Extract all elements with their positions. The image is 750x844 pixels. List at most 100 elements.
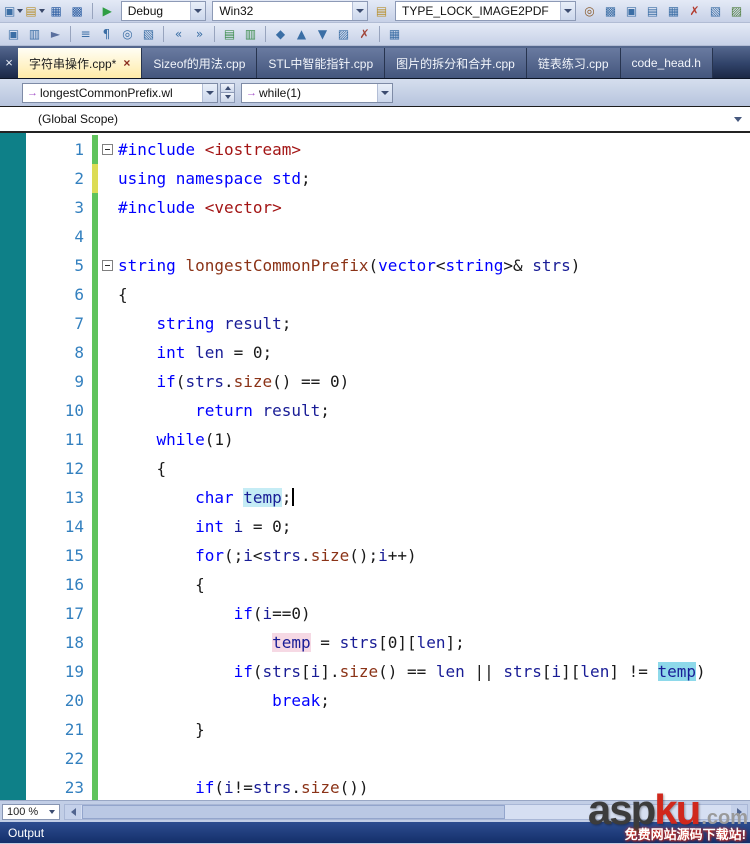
debug-configuration-combo[interactable]: Debug	[120, 1, 207, 21]
spinner-up-icon[interactable]	[220, 82, 235, 93]
scope-bar[interactable]: (Global Scope)	[0, 107, 750, 133]
tab-close-icon[interactable]: ×	[123, 56, 130, 70]
document-tab[interactable]: 字符串操作.cpp* ×	[18, 48, 143, 78]
line-number[interactable]: 18	[26, 628, 92, 657]
document-tab[interactable]: code_head.h	[620, 48, 713, 78]
document-tab[interactable]: Sizeof的用法.cpp	[142, 48, 258, 78]
line-number[interactable]: 13	[26, 483, 92, 512]
code-line[interactable]: 7 string result;	[26, 309, 750, 338]
line-number[interactable]: 5	[26, 251, 92, 280]
member-dropdown[interactable]: → while(1)	[241, 82, 393, 103]
code-line[interactable]: 17 if(i==0)	[26, 599, 750, 628]
chevron-down-icon[interactable]	[352, 2, 368, 20]
word-completion-icon[interactable]: ▧	[138, 24, 159, 44]
line-number[interactable]: 16	[26, 570, 92, 599]
uncomment-icon[interactable]: ▥	[240, 24, 261, 44]
spinner-down-icon[interactable]	[220, 93, 235, 103]
line-number[interactable]: 21	[26, 715, 92, 744]
line-number[interactable]: 1	[26, 135, 92, 164]
code-line[interactable]: 10 return result;	[26, 396, 750, 425]
quick-info-icon[interactable]: ◎	[117, 24, 138, 44]
start-debug-icon[interactable]: ▶	[97, 1, 118, 21]
line-number[interactable]: 9	[26, 367, 92, 396]
code-line[interactable]: 14 int i = 0;	[26, 512, 750, 541]
output-window-icon[interactable]: ▧	[705, 1, 726, 21]
code-line[interactable]: 15 for(;i<strs.size();i++)	[26, 541, 750, 570]
indicator-margin[interactable]	[0, 133, 26, 800]
chevron-down-icon[interactable]	[734, 116, 742, 122]
call-hierarchy-icon[interactable]: ▦	[384, 24, 405, 44]
document-tab[interactable]: 图片的拆分和合并.cpp	[385, 48, 527, 78]
code-editor[interactable]: 1 #include <iostream> 2 using namespace std…	[0, 133, 750, 800]
toggle-bookmark-icon[interactable]: ◆	[270, 24, 291, 44]
code-line[interactable]: 12 {	[26, 454, 750, 483]
code-line[interactable]: 5 string longestCommonPrefix(vector<strin…	[26, 251, 750, 280]
error-list-icon[interactable]: ✗	[684, 1, 705, 21]
open-file-icon[interactable]: ▤	[24, 1, 45, 21]
chevron-down-icon[interactable]	[38, 9, 45, 13]
code-line[interactable]: 16 {	[26, 570, 750, 599]
code-line[interactable]: 20 break;	[26, 686, 750, 715]
bookmark-folder-icon[interactable]: ▨	[333, 24, 354, 44]
new-window-icon[interactable]: ▣	[3, 24, 24, 44]
code-line[interactable]: 18 temp = strs[0][len];	[26, 628, 750, 657]
output-panel-bar[interactable]: Output	[0, 822, 750, 843]
scrollbar-thumb[interactable]	[82, 804, 505, 819]
code-line[interactable]: 19 if(strs[i].size() == len || strs[i][l…	[26, 657, 750, 686]
properties-window-icon[interactable]: ▤	[642, 1, 663, 21]
add-new-item-icon[interactable]: ▣	[3, 1, 24, 21]
fold-collapse-icon[interactable]	[102, 260, 113, 271]
toolbox-icon[interactable]: ▦	[663, 1, 684, 21]
line-number[interactable]: 22	[26, 744, 92, 773]
chevron-down-icon[interactable]	[560, 2, 575, 20]
chevron-down-icon[interactable]	[377, 83, 392, 102]
line-number[interactable]: 12	[26, 454, 92, 483]
increase-indent-icon[interactable]: »	[189, 24, 210, 44]
code-line[interactable]: 9 if(strs.size() == 0)	[26, 367, 750, 396]
line-number[interactable]: 4	[26, 222, 92, 251]
line-number[interactable]: 2	[26, 164, 92, 193]
chevron-down-icon[interactable]	[17, 9, 24, 13]
output-log-icon[interactable]: ▤	[371, 1, 392, 21]
save-icon[interactable]: ▦	[46, 1, 67, 21]
document-tab[interactable]: STL中智能指针.cpp	[257, 48, 386, 78]
code-line[interactable]: 13 char temp;	[26, 483, 750, 512]
file-scope-dropdown[interactable]: → longestCommonPrefix.wl	[22, 82, 218, 103]
clear-bookmarks-icon[interactable]: ✗	[354, 24, 375, 44]
horizontal-scrollbar[interactable]	[64, 803, 748, 820]
code-line[interactable]: 11 while(1)	[26, 425, 750, 454]
team-explorer-icon[interactable]: ▣	[621, 1, 642, 21]
next-bookmark-icon[interactable]: ▼	[312, 24, 333, 44]
save-all-icon[interactable]: ▩	[67, 1, 88, 21]
line-number[interactable]: 6	[26, 280, 92, 309]
find-combo[interactable]: TYPE_LOCK_IMAGE2PDF	[395, 1, 576, 21]
zoom-control[interactable]: 100 %	[2, 803, 60, 820]
code-line[interactable]: 6{	[26, 280, 750, 309]
code-line[interactable]: 4	[26, 222, 750, 251]
line-number[interactable]: 7	[26, 309, 92, 338]
split-window-icon[interactable]: ▥	[24, 24, 45, 44]
code-line[interactable]: 8 int len = 0;	[26, 338, 750, 367]
prev-bookmark-icon[interactable]: ▲	[291, 24, 312, 44]
extension-manager-icon[interactable]: ▨	[726, 1, 747, 21]
line-number[interactable]: 3	[26, 193, 92, 222]
line-number[interactable]: 11	[26, 425, 92, 454]
platform-combo[interactable]: Win32	[212, 1, 369, 21]
line-number[interactable]: 14	[26, 512, 92, 541]
line-number[interactable]: 17	[26, 599, 92, 628]
line-number[interactable]: 8	[26, 338, 92, 367]
code-line[interactable]: 21 }	[26, 715, 750, 744]
close-document-icon[interactable]: ×	[0, 55, 18, 70]
chevron-down-icon[interactable]	[190, 2, 206, 20]
code-line[interactable]: 22	[26, 744, 750, 773]
find-in-files-icon[interactable]: ◎	[579, 1, 600, 21]
fold-collapse-icon[interactable]	[102, 144, 113, 155]
line-number[interactable]: 20	[26, 686, 92, 715]
code-line[interactable]: 3 #include <vector>	[26, 193, 750, 222]
chevron-down-icon[interactable]	[202, 83, 217, 102]
line-number[interactable]: 10	[26, 396, 92, 425]
code-line[interactable]: 1 #include <iostream>	[26, 135, 750, 164]
line-number[interactable]: 23	[26, 773, 92, 800]
comment-icon[interactable]: ▤	[219, 24, 240, 44]
solution-explorer-icon[interactable]: ▩	[600, 1, 621, 21]
